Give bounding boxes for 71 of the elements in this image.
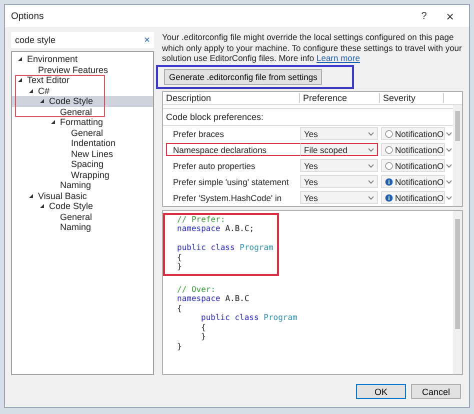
info-text: Your .editorconfig file might override the local settings configured on this page which only apply to your machine. To configure these settings to travel with your solution use EditorConfig files. More info Learn more xyxy=(162,32,463,64)
code-line: { xyxy=(177,252,182,262)
setting-label: Prefer 'System.HashCode' in xyxy=(172,192,283,204)
code-line: namespace A.B.C; xyxy=(177,224,254,233)
tree-item[interactable]: Spacing xyxy=(71,159,104,170)
group-heading: Code block preferences: xyxy=(163,108,453,126)
tree-item[interactable]: Code Style xyxy=(49,201,94,212)
tree-item[interactable]: General xyxy=(60,212,92,222)
code-line: } xyxy=(201,332,206,341)
help-button[interactable]: ? xyxy=(411,10,437,22)
tree-item[interactable]: General xyxy=(71,128,104,138)
setting-label: Prefer braces xyxy=(172,128,226,140)
setting-label: Namespace declarations xyxy=(166,143,300,156)
preference-dropdown[interactable]: Yes xyxy=(300,127,378,140)
caret-icon xyxy=(368,196,374,200)
expand-arrow-icon[interactable] xyxy=(18,57,22,62)
tree-item[interactable]: Text Editor xyxy=(27,75,70,86)
code-line: } xyxy=(177,262,182,271)
caret-icon xyxy=(446,132,452,136)
expand-arrow-icon[interactable] xyxy=(40,99,44,104)
expand-arrow-icon[interactable] xyxy=(40,204,44,208)
caret-icon xyxy=(368,148,374,152)
expand-arrow-icon[interactable] xyxy=(18,78,22,82)
scrollbar[interactable] xyxy=(453,104,462,206)
tree-item[interactable]: General xyxy=(60,106,92,117)
generate-button[interactable]: Generate .editorconfig file from settings xyxy=(164,68,322,84)
code-line: // Over: xyxy=(177,284,216,294)
expand-arrow-icon[interactable] xyxy=(51,120,55,124)
preference-dropdown[interactable]: Yes xyxy=(300,191,378,204)
close-button[interactable]: × xyxy=(437,8,463,24)
setting-label: Prefer auto properties xyxy=(172,160,256,172)
tree-item[interactable]: Visual Basic xyxy=(38,190,87,201)
caret-icon xyxy=(368,164,374,168)
tree-item[interactable]: Indentation xyxy=(71,138,116,148)
tree-item[interactable]: Preview Features xyxy=(38,64,108,75)
code-line: // Prefer: xyxy=(177,214,226,224)
caret-icon xyxy=(446,180,452,184)
caret-icon xyxy=(446,196,452,200)
preference-dropdown[interactable]: File scoped xyxy=(300,143,378,156)
window-title: Options xyxy=(11,10,45,22)
expand-arrow-icon[interactable] xyxy=(29,88,33,93)
tree-item[interactable]: Formatting xyxy=(60,117,104,128)
column-header[interactable]: Preference xyxy=(300,92,380,102)
clear-search-button[interactable]: × xyxy=(144,34,150,46)
expand-arrow-icon[interactable] xyxy=(29,194,33,198)
code-line: { xyxy=(201,322,206,332)
code-line: namespace A.B.C xyxy=(177,294,250,303)
search-field[interactable]: code style × xyxy=(11,32,154,48)
tree-item[interactable]: Naming xyxy=(60,222,92,232)
learn-more-link[interactable]: Learn more xyxy=(316,53,360,63)
code-line: { xyxy=(177,304,182,312)
ok-button[interactable]: OK xyxy=(356,384,406,399)
caret-icon xyxy=(446,164,452,168)
code-line: } xyxy=(177,342,182,350)
setting-label: Prefer simple 'using' statement xyxy=(172,176,290,188)
cancel-button[interactable]: Cancel xyxy=(411,384,461,399)
tree-item[interactable]: C# xyxy=(38,86,50,96)
tree-item[interactable]: New Lines xyxy=(71,148,114,159)
caret-icon xyxy=(368,180,374,184)
caret-icon xyxy=(368,132,374,136)
tree-item[interactable]: Naming xyxy=(60,180,92,190)
scrollbar[interactable] xyxy=(453,210,462,374)
preference-dropdown[interactable]: Yes xyxy=(300,159,378,172)
tree-item[interactable]: Wrapping xyxy=(71,170,110,180)
column-header[interactable]: Description xyxy=(163,92,300,102)
caret-icon xyxy=(446,148,452,152)
preference-dropdown[interactable]: Yes xyxy=(300,175,378,188)
code-line: public class Program xyxy=(177,243,274,252)
column-header[interactable]: Severity xyxy=(380,92,444,102)
code-line: public class Program xyxy=(201,313,298,322)
tree-item[interactable]: Environment xyxy=(27,54,78,64)
